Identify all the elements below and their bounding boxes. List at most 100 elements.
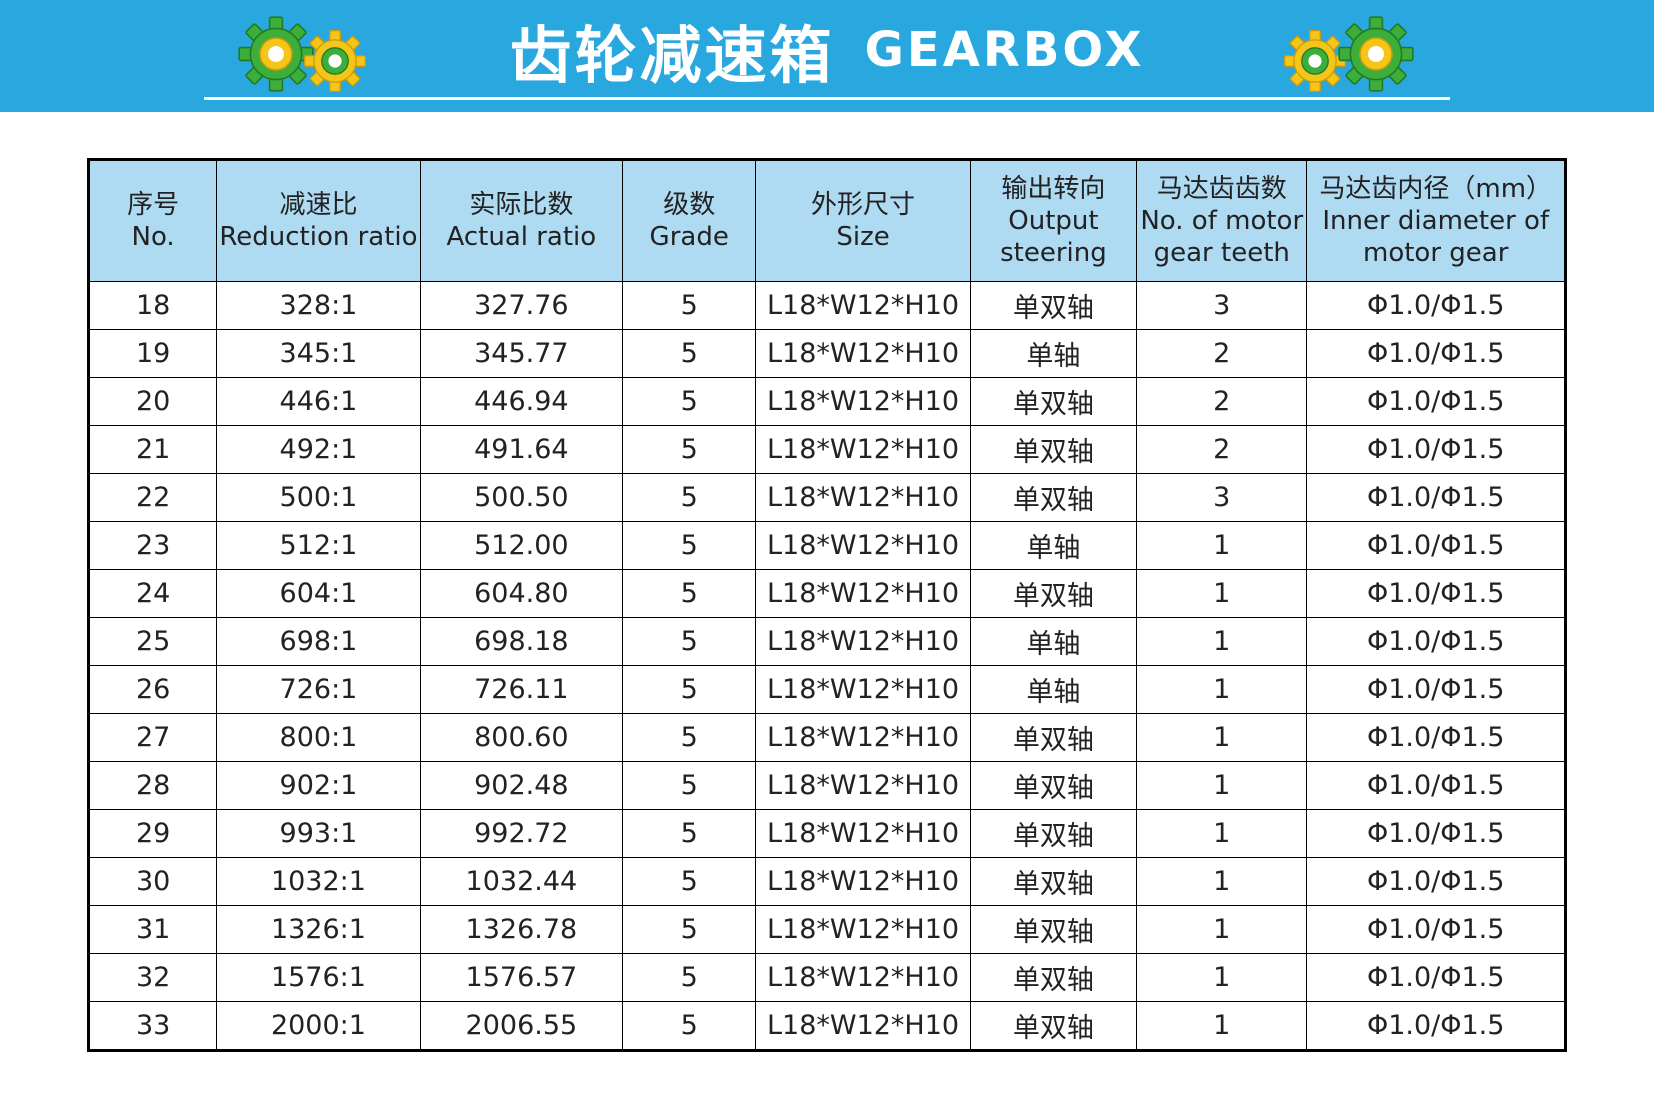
cell-output-steering: 单双轴 — [969, 281, 1138, 330]
cell-actual-ratio: 345.77 — [419, 329, 624, 378]
cell-motor-gear-teeth: 3 — [1136, 281, 1308, 330]
gearbox-spec-table: 序号 No. 减速比 Reduction ratio 实际比数 Actual ratio 级… — [87, 158, 1567, 1052]
cell-motor-gear-teeth: 1 — [1136, 521, 1308, 570]
column-header-line: Size — [836, 222, 890, 252]
cell-reduction-ratio: 1326:1 — [216, 905, 421, 954]
cell-motor-gear-teeth: 1 — [1136, 665, 1308, 714]
cell-size: L18*W12*H10 — [755, 713, 971, 762]
cell-output-steering: 单轴 — [969, 329, 1138, 378]
column-header-line: 输出转向 — [1001, 174, 1106, 204]
column-header-line: No. of motor — [1140, 206, 1304, 236]
cell-grade: 5 — [622, 761, 757, 810]
table-row: 25 698:1 698.18 5 L18*W12*H10 单轴 1 Φ1.0/Φ1.5 — [87, 617, 1566, 666]
cell-reduction-ratio: 993:1 — [216, 809, 421, 858]
cell-output-steering: 单双轴 — [969, 473, 1138, 522]
cell-size: L18*W12*H10 — [755, 953, 971, 1002]
cell-no: 31 — [87, 905, 218, 954]
cell-motor-gear-teeth: 1 — [1136, 809, 1308, 858]
cell-motor-gear-teeth: 2 — [1136, 377, 1308, 426]
column-header-line: 马达齿齿数 — [1156, 174, 1287, 204]
cell-size: L18*W12*H10 — [755, 569, 971, 618]
cell-inner-diameter: Φ1.0/Φ1.5 — [1306, 329, 1566, 378]
table-header-row: 序号 No. 减速比 Reduction ratio 实际比数 Actual ratio 级… — [87, 159, 1566, 282]
cell-reduction-ratio: 500:1 — [216, 473, 421, 522]
column-header-no: 序号 No. — [87, 159, 218, 282]
table-row: 33 2000:1 2006.55 5 L18*W12*H10 单双轴 1 Φ1.0/Φ1.5 — [87, 1001, 1566, 1051]
column-header-line: Grade — [649, 222, 729, 252]
cell-actual-ratio: 604.80 — [419, 569, 624, 618]
cell-inner-diameter: Φ1.0/Φ1.5 — [1306, 425, 1566, 474]
column-header-line: motor gear — [1363, 238, 1509, 268]
column-header-line: No. — [131, 222, 175, 252]
cell-grade: 5 — [622, 329, 757, 378]
column-header-line: 级数 — [663, 190, 716, 220]
cell-grade: 5 — [622, 857, 757, 906]
cell-reduction-ratio: 604:1 — [216, 569, 421, 618]
cell-inner-diameter: Φ1.0/Φ1.5 — [1306, 569, 1566, 618]
cell-size: L18*W12*H10 — [755, 665, 971, 714]
title-english: GEARBOX — [864, 22, 1145, 78]
cell-size: L18*W12*H10 — [755, 1001, 971, 1051]
cell-size: L18*W12*H10 — [755, 473, 971, 522]
cell-no: 21 — [87, 425, 218, 474]
cell-reduction-ratio: 1576:1 — [216, 953, 421, 1002]
cell-grade: 5 — [622, 617, 757, 666]
column-header-line: 序号 — [127, 190, 180, 220]
cell-actual-ratio: 327.76 — [419, 281, 624, 330]
cell-size: L18*W12*H10 — [755, 761, 971, 810]
cell-actual-ratio: 1032.44 — [419, 857, 624, 906]
table-row: 32 1576:1 1576.57 5 L18*W12*H10 单双轴 1 Φ1.0/Φ1.5 — [87, 953, 1566, 1002]
cell-actual-ratio: 992.72 — [419, 809, 624, 858]
cell-inner-diameter: Φ1.0/Φ1.5 — [1306, 761, 1566, 810]
column-header-line: Actual ratio — [446, 222, 597, 252]
cell-inner-diameter: Φ1.0/Φ1.5 — [1306, 521, 1566, 570]
cell-reduction-ratio: 726:1 — [216, 665, 421, 714]
column-header-line: steering — [1000, 238, 1107, 268]
cell-inner-diameter: Φ1.0/Φ1.5 — [1306, 809, 1566, 858]
table-row: 29 993:1 992.72 5 L18*W12*H10 单双轴 1 Φ1.0/Φ1.5 — [87, 809, 1566, 858]
cell-reduction-ratio: 492:1 — [216, 425, 421, 474]
page-title: 齿轮减速箱 GEARBOX — [0, 14, 1654, 92]
cell-reduction-ratio: 800:1 — [216, 713, 421, 762]
cell-motor-gear-teeth: 3 — [1136, 473, 1308, 522]
cell-grade: 5 — [622, 281, 757, 330]
cell-output-steering: 单双轴 — [969, 425, 1138, 474]
column-header-actual-ratio: 实际比数 Actual ratio — [419, 159, 624, 282]
cell-output-steering: 单双轴 — [969, 809, 1138, 858]
cell-inner-diameter: Φ1.0/Φ1.5 — [1306, 713, 1566, 762]
cell-no: 19 — [87, 329, 218, 378]
cell-no: 32 — [87, 953, 218, 1002]
column-header-output-steering: 输出转向 Output steering — [969, 159, 1138, 282]
cell-size: L18*W12*H10 — [755, 521, 971, 570]
cell-motor-gear-teeth: 1 — [1136, 905, 1308, 954]
title-chinese: 齿轮减速箱 — [509, 19, 835, 92]
cell-output-steering: 单轴 — [969, 617, 1138, 666]
cell-motor-gear-teeth: 2 — [1136, 425, 1308, 474]
table-row: 18 328:1 327.76 5 L18*W12*H10 单双轴 3 Φ1.0/Φ1.5 — [87, 281, 1566, 330]
cell-motor-gear-teeth: 1 — [1136, 857, 1308, 906]
cell-no: 18 — [87, 281, 218, 330]
cell-inner-diameter: Φ1.0/Φ1.5 — [1306, 905, 1566, 954]
cell-actual-ratio: 698.18 — [419, 617, 624, 666]
cell-reduction-ratio: 698:1 — [216, 617, 421, 666]
column-header-grade: 级数 Grade — [622, 159, 757, 282]
table-row: 20 446:1 446.94 5 L18*W12*H10 单双轴 2 Φ1.0/Φ1.5 — [87, 377, 1566, 426]
cell-output-steering: 单双轴 — [969, 953, 1138, 1002]
cell-no: 24 — [87, 569, 218, 618]
cell-no: 29 — [87, 809, 218, 858]
cell-motor-gear-teeth: 1 — [1136, 1001, 1308, 1051]
column-header-line: Reduction ratio — [219, 222, 418, 252]
cell-actual-ratio: 512.00 — [419, 521, 624, 570]
table-row: 24 604:1 604.80 5 L18*W12*H10 单双轴 1 Φ1.0/Φ1.5 — [87, 569, 1566, 618]
cell-grade: 5 — [622, 953, 757, 1002]
cell-output-steering: 单双轴 — [969, 377, 1138, 426]
column-header-inner-diameter: 马达齿内径（mm） Inner diameter of motor gear — [1306, 159, 1566, 282]
cell-inner-diameter: Φ1.0/Φ1.5 — [1306, 953, 1566, 1002]
cell-output-steering: 单双轴 — [969, 569, 1138, 618]
cell-inner-diameter: Φ1.0/Φ1.5 — [1306, 473, 1566, 522]
cell-grade: 5 — [622, 569, 757, 618]
cell-size: L18*W12*H10 — [755, 617, 971, 666]
cell-no: 25 — [87, 617, 218, 666]
cell-inner-diameter: Φ1.0/Φ1.5 — [1306, 377, 1566, 426]
cell-reduction-ratio: 345:1 — [216, 329, 421, 378]
